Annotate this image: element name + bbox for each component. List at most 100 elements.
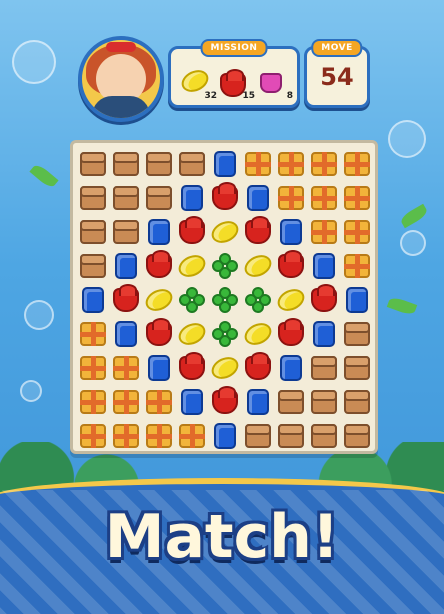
board-cell[interactable] — [175, 317, 209, 350]
gift-box-tile[interactable] — [113, 355, 139, 380]
lemon-tile[interactable] — [175, 250, 209, 281]
board-cell[interactable] — [341, 283, 373, 316]
board-cell[interactable] — [176, 181, 208, 214]
blue-block-tile[interactable] — [214, 150, 236, 177]
crate-tile[interactable] — [80, 151, 106, 176]
board-cell[interactable] — [175, 249, 209, 282]
board-cell[interactable] — [77, 419, 109, 452]
board-cell[interactable] — [110, 283, 142, 316]
gift-box-tile[interactable] — [80, 321, 106, 346]
board-cell[interactable] — [275, 147, 307, 180]
gift-box-tile[interactable] — [80, 389, 106, 414]
board-cell[interactable] — [275, 181, 307, 214]
board-cell[interactable] — [341, 317, 373, 350]
gift-box-tile[interactable] — [344, 151, 370, 176]
board-cell[interactable] — [143, 419, 175, 452]
board-cell[interactable] — [308, 181, 340, 214]
board-cell[interactable] — [275, 385, 307, 418]
crate-tile[interactable] — [80, 185, 106, 210]
board-cell[interactable] — [308, 249, 340, 282]
gift-box-tile[interactable] — [113, 423, 139, 448]
rose-tile[interactable] — [245, 351, 271, 380]
gift-box-tile[interactable] — [311, 151, 337, 176]
board-cell[interactable] — [110, 351, 142, 384]
blue-block-tile[interactable] — [313, 252, 335, 279]
blue-block-tile[interactable] — [247, 184, 269, 211]
board-cell[interactable] — [209, 385, 241, 418]
crate-tile[interactable] — [146, 185, 172, 210]
board-cell[interactable] — [176, 351, 208, 384]
crate-tile[interactable] — [311, 389, 337, 414]
lemon-tile[interactable] — [208, 352, 242, 383]
crate-tile[interactable] — [278, 389, 304, 414]
rose-tile[interactable] — [146, 249, 172, 278]
blue-block-tile[interactable] — [82, 286, 104, 313]
blue-block-tile[interactable] — [214, 422, 236, 449]
rose-tile[interactable] — [212, 385, 238, 414]
board-cell[interactable] — [77, 249, 109, 282]
board-cell[interactable] — [242, 419, 274, 452]
board-cell[interactable] — [110, 147, 142, 180]
crate-tile[interactable] — [311, 355, 337, 380]
board-cell[interactable] — [176, 215, 208, 248]
board-cell[interactable] — [341, 147, 373, 180]
board-cell[interactable] — [176, 283, 208, 316]
board-cell[interactable] — [274, 283, 308, 316]
rose-tile[interactable] — [212, 181, 238, 210]
board-cell[interactable] — [242, 283, 274, 316]
board-cell[interactable] — [341, 419, 373, 452]
board-cell[interactable] — [275, 351, 307, 384]
lemon-tile[interactable] — [175, 318, 209, 349]
rose-tile[interactable] — [278, 249, 304, 278]
blue-block-tile[interactable] — [181, 184, 203, 211]
gift-box-tile[interactable] — [344, 185, 370, 210]
board-cell[interactable] — [242, 215, 274, 248]
gift-box-tile[interactable] — [278, 185, 304, 210]
board-cell[interactable] — [242, 147, 274, 180]
board-cell[interactable] — [143, 215, 175, 248]
board-cell[interactable] — [209, 147, 241, 180]
rose-tile[interactable] — [113, 283, 139, 312]
clover-tile[interactable] — [212, 286, 238, 313]
board-cell[interactable] — [275, 249, 307, 282]
lemon-tile[interactable] — [241, 318, 275, 349]
crate-tile[interactable] — [113, 219, 139, 244]
clover-tile[interactable] — [245, 286, 271, 313]
board-cell[interactable] — [77, 351, 109, 384]
board-cell[interactable] — [176, 385, 208, 418]
gift-box-tile[interactable] — [245, 151, 271, 176]
gift-box-tile[interactable] — [311, 185, 337, 210]
gift-box-tile[interactable] — [311, 219, 337, 244]
board-cell[interactable] — [275, 215, 307, 248]
rose-tile[interactable] — [179, 215, 205, 244]
board-cell[interactable] — [242, 385, 274, 418]
board-cell[interactable] — [143, 351, 175, 384]
board-cell[interactable] — [308, 147, 340, 180]
board-cell[interactable] — [143, 385, 175, 418]
rose-tile[interactable] — [179, 351, 205, 380]
crate-tile[interactable] — [80, 253, 106, 278]
board-cell[interactable] — [110, 419, 142, 452]
board-cell[interactable] — [143, 249, 175, 282]
rose-tile[interactable] — [146, 317, 172, 346]
board-cell[interactable] — [308, 283, 340, 316]
crate-tile[interactable] — [344, 355, 370, 380]
board-cell[interactable] — [143, 181, 175, 214]
board-cell[interactable] — [241, 317, 275, 350]
board-cell[interactable] — [209, 249, 241, 282]
board-cell[interactable] — [209, 283, 241, 316]
board-cell[interactable] — [341, 249, 373, 282]
crate-tile[interactable] — [245, 423, 271, 448]
board-cell[interactable] — [242, 351, 274, 384]
board-cell[interactable] — [341, 351, 373, 384]
gift-box-tile[interactable] — [146, 423, 172, 448]
board-cell[interactable] — [209, 181, 241, 214]
blue-block-tile[interactable] — [280, 218, 302, 245]
blue-block-tile[interactable] — [247, 388, 269, 415]
board-cell[interactable] — [143, 147, 175, 180]
crate-tile[interactable] — [113, 185, 139, 210]
lemon-tile[interactable] — [142, 284, 176, 315]
board-cell[interactable] — [77, 317, 109, 350]
rose-tile[interactable] — [245, 215, 271, 244]
board-cell[interactable] — [110, 385, 142, 418]
